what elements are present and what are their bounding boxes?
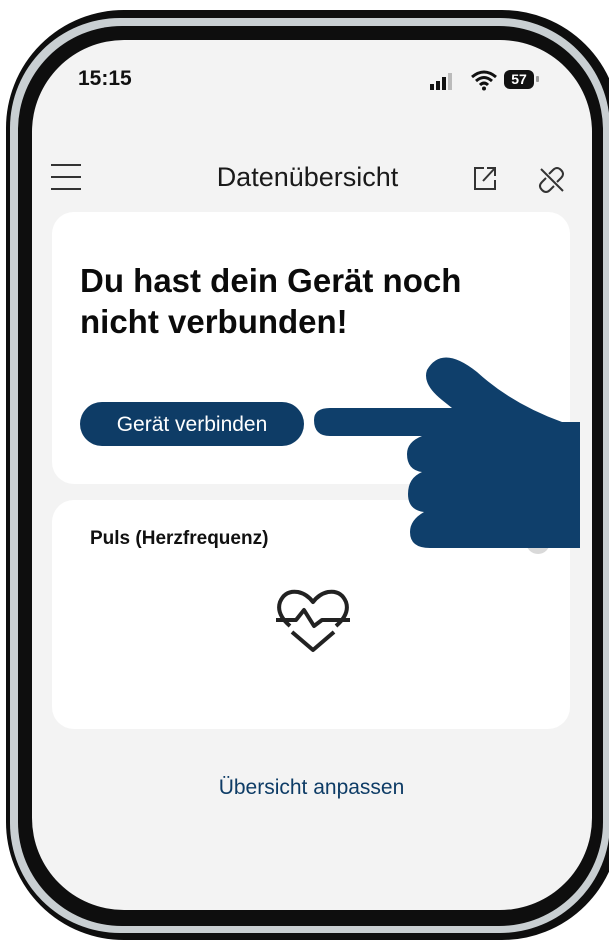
unlink-icon[interactable]: [537, 165, 567, 195]
battery-icon: 57: [504, 70, 534, 89]
page-title: Datenübersicht: [216, 162, 399, 192]
pointing-hand-icon: [314, 357, 580, 548]
customize-overview-link[interactable]: Übersicht anpassen: [0, 776, 609, 800]
battery-tip: [536, 76, 539, 82]
heart-pulse-icon: [276, 589, 350, 652]
share-icon[interactable]: [470, 163, 500, 193]
connect-device-button[interactable]: Gerät verbinden: [80, 402, 304, 446]
connect-card-title: Du hast dein Gerät noch nicht verbunden!: [80, 262, 462, 340]
status-icons: 57: [428, 69, 548, 91]
status-time: 15:15: [78, 67, 132, 90]
pulse-card-title: Puls (Herzfrequenz): [90, 528, 269, 549]
wifi-icon: [471, 70, 497, 91]
cellular-signal-icon: [430, 73, 452, 90]
